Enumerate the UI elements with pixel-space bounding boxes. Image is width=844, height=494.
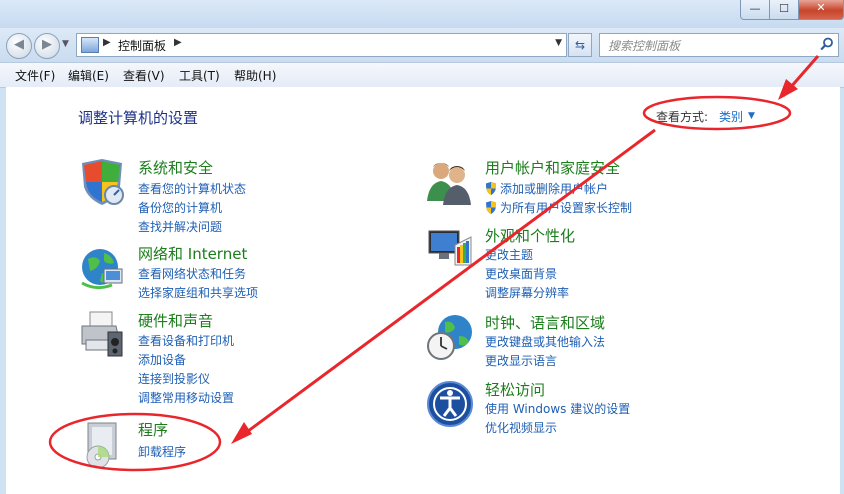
search-placeholder: 搜索控制面板 xyxy=(608,39,681,53)
view-by-chevron-down-icon[interactable]: ▼ xyxy=(748,111,755,121)
link-change-theme[interactable]: 更改主题 xyxy=(485,246,533,263)
menu-edit[interactable]: 编辑(E) xyxy=(68,67,109,84)
menu-file[interactable]: 文件(F) xyxy=(15,67,55,84)
link-add-remove-accounts[interactable]: 添加或删除用户帐户 xyxy=(485,180,608,197)
link-connect-projector[interactable]: 连接到投影仪 xyxy=(138,370,210,387)
link-mobility-settings[interactable]: 调整常用移动设置 xyxy=(138,389,234,406)
category-title[interactable]: 程序 xyxy=(138,419,168,440)
link-windows-recommended[interactable]: 使用 Windows 建议的设置 xyxy=(485,400,630,417)
menu-bar: 文件(F) 编辑(E) 查看(V) 工具(T) 帮助(H) xyxy=(0,62,844,88)
maximize-icon: ☐ xyxy=(779,2,789,15)
view-by-label: 查看方式: xyxy=(656,110,709,124)
content-area: 调整计算机的设置 查看方式: 类别 ▼ 系统和安全 查看您的计算机状态 备份您的… xyxy=(6,87,840,494)
link-text[interactable]: 添加或删除用户帐户 xyxy=(500,182,608,196)
view-by-dropdown[interactable]: 类别 xyxy=(719,108,743,125)
shield-icon[interactable] xyxy=(78,157,128,207)
link-view-computer-status[interactable]: 查看您的计算机状态 xyxy=(138,180,246,197)
link-network-status[interactable]: 查看网络状态和任务 xyxy=(138,265,246,282)
uac-shield-icon xyxy=(486,182,496,195)
close-button[interactable]: ✕ xyxy=(798,0,844,20)
maximize-button[interactable]: ☐ xyxy=(769,0,799,20)
page-title: 调整计算机的设置 xyxy=(78,109,199,127)
breadcrumb-chevron-icon[interactable]: ▶ xyxy=(174,37,182,48)
link-display-language[interactable]: 更改显示语言 xyxy=(485,352,557,369)
navigation-bar: ◀ ▶ ▼ ▶ 控制面板 ▶ ▼ ⇆ 搜索控制面板 xyxy=(0,28,844,62)
address-bar[interactable]: ▶ 控制面板 ▶ ▼ xyxy=(76,33,567,57)
link-text[interactable]: 为所有用户设置家长控制 xyxy=(500,201,632,215)
category-title[interactable]: 时钟、语言和区域 xyxy=(485,312,605,333)
uac-shield-icon xyxy=(486,201,496,214)
category-title[interactable]: 网络和 Internet xyxy=(138,243,247,264)
minimize-button[interactable]: — xyxy=(740,0,770,20)
category-title[interactable]: 用户帐户和家庭安全 xyxy=(485,157,620,178)
link-backup-computer[interactable]: 备份您的计算机 xyxy=(138,199,222,216)
recent-pages-chevron-icon[interactable]: ▼ xyxy=(62,39,69,49)
clock-globe-icon[interactable] xyxy=(425,312,475,362)
close-icon: ✕ xyxy=(816,1,826,14)
breadcrumb-control-panel[interactable]: 控制面板 xyxy=(118,37,166,54)
printer-icon[interactable] xyxy=(78,310,128,360)
search-input[interactable]: 搜索控制面板 xyxy=(599,33,839,57)
link-screen-resolution[interactable]: 调整屏幕分辨率 xyxy=(485,284,569,301)
category-title[interactable]: 轻松访问 xyxy=(485,379,545,400)
appearance-icon[interactable] xyxy=(425,225,475,275)
link-homegroup-sharing[interactable]: 选择家庭组和共享选项 xyxy=(138,284,258,301)
link-devices-printers[interactable]: 查看设备和打印机 xyxy=(138,332,234,349)
link-desktop-background[interactable]: 更改桌面背景 xyxy=(485,265,557,282)
ease-of-access-icon[interactable] xyxy=(425,379,475,429)
menu-view[interactable]: 查看(V) xyxy=(123,67,165,84)
category-title[interactable]: 系统和安全 xyxy=(138,157,213,178)
title-bar: — ☐ ✕ xyxy=(0,0,844,28)
menu-help[interactable]: 帮助(H) xyxy=(234,67,276,84)
minimize-icon: — xyxy=(749,2,761,15)
link-optimize-display[interactable]: 优化视频显示 xyxy=(485,419,557,436)
menu-tools[interactable]: 工具(T) xyxy=(179,67,220,84)
back-button[interactable]: ◀ xyxy=(6,33,32,59)
control-panel-icon xyxy=(81,37,99,53)
programs-icon[interactable] xyxy=(78,419,128,469)
users-icon[interactable] xyxy=(425,157,475,207)
forward-button[interactable]: ▶ xyxy=(34,33,60,59)
link-keyboard-input[interactable]: 更改键盘或其他输入法 xyxy=(485,333,605,350)
search-icon[interactable] xyxy=(820,37,834,51)
refresh-button[interactable]: ⇆ xyxy=(568,33,592,57)
category-title[interactable]: 外观和个性化 xyxy=(485,225,575,246)
breadcrumb-chevron-icon[interactable]: ▶ xyxy=(103,37,111,48)
link-add-device[interactable]: 添加设备 xyxy=(138,351,186,368)
address-dropdown-icon[interactable]: ▼ xyxy=(555,38,562,48)
link-uninstall-program[interactable]: 卸载程序 xyxy=(138,443,186,460)
control-panel-window: — ☐ ✕ ◀ ▶ ▼ ▶ 控制面板 ▶ ▼ ⇆ 搜索控制面板 文件(F) 编辑… xyxy=(0,0,844,494)
network-icon[interactable] xyxy=(78,243,128,293)
link-parental-controls[interactable]: 为所有用户设置家长控制 xyxy=(485,199,632,216)
link-troubleshoot[interactable]: 查找并解决问题 xyxy=(138,218,222,235)
category-title[interactable]: 硬件和声音 xyxy=(138,310,213,331)
